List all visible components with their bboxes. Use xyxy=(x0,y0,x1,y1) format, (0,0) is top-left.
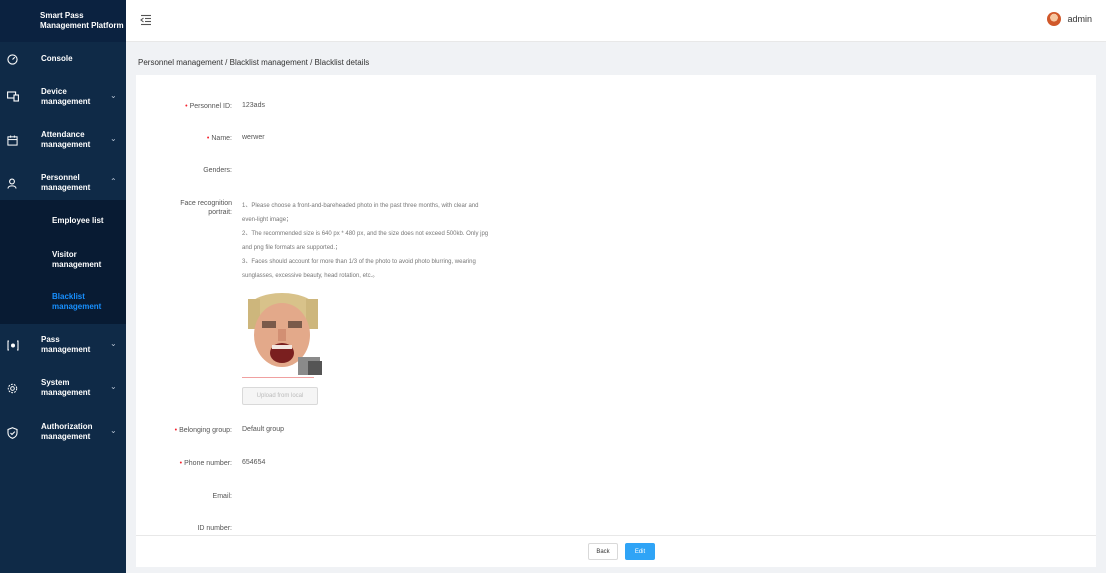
sidebar-subitem-label: Employee list xyxy=(52,216,104,225)
action-bar: Back Edit xyxy=(136,535,1096,567)
app-title: Smart Pass Management Platform xyxy=(40,11,124,30)
avatar xyxy=(1047,12,1062,26)
photo-requirements: 1、Please choose a front-and-bareheaded p… xyxy=(242,199,542,283)
genders-label: Genders: xyxy=(203,167,232,174)
sidebar-item-attendance[interactable]: Attendance management ⌄ xyxy=(0,128,126,152)
sidebar-item-label: System management xyxy=(41,378,91,397)
gear-icon xyxy=(6,382,19,395)
sidebar-item-console[interactable]: Console xyxy=(0,50,126,68)
phone-label: • Phone number: xyxy=(179,460,232,467)
email-label: Email: xyxy=(212,493,232,500)
sidebar-item-pass[interactable]: Pass management ⌄ xyxy=(0,333,126,357)
edit-button[interactable]: Edit xyxy=(625,543,655,560)
pass-icon xyxy=(6,339,19,352)
note-line: 2、The recommended size is 640 px * 480 p… xyxy=(242,231,489,237)
sidebar-item-system[interactable]: System management ⌄ xyxy=(0,376,126,400)
sidebar-subitem-label: Blacklist management xyxy=(52,292,102,311)
device-icon xyxy=(6,90,19,103)
brand: Smart Pass Management Platform xyxy=(0,0,126,42)
chevron-up-icon: ⌃ xyxy=(110,177,117,186)
group-label: • Belonging group: xyxy=(174,427,232,434)
note-line: and png file formats are supported.； xyxy=(242,245,342,251)
face-portrait-photo xyxy=(242,291,328,377)
required-mark: • xyxy=(174,427,178,434)
sidebar-subitem-blacklist-management[interactable]: Blacklist management xyxy=(0,282,126,324)
sidebar-item-label: Pass management xyxy=(41,335,91,354)
dashboard-icon xyxy=(6,53,19,66)
personnel-id-label: • Personnel ID: xyxy=(185,103,232,110)
required-mark: • xyxy=(185,103,188,110)
sidebar-subitem-label: Visitor management xyxy=(52,250,102,269)
back-button[interactable]: Back xyxy=(588,543,618,560)
personnel-id-value: 123ads xyxy=(242,102,265,109)
sidebar-subitem-employee-list[interactable]: Employee list xyxy=(0,200,126,240)
note-line: sunglasses, excessive beauty, head rotat… xyxy=(242,273,379,279)
sidebar: Smart Pass Management Platform Console D… xyxy=(0,0,126,573)
upload-from-local-button[interactable]: Upload from local xyxy=(242,387,318,405)
menu-fold-icon[interactable] xyxy=(140,13,152,26)
calendar-icon xyxy=(6,134,19,147)
sidebar-item-personnel[interactable]: Personnel management ⌃ xyxy=(0,171,126,195)
note-line: 1、Please choose a front-and-bareheaded p… xyxy=(242,203,479,209)
chevron-down-icon: ⌄ xyxy=(110,91,117,100)
name-label: • Name: xyxy=(206,135,232,142)
chevron-down-icon: ⌄ xyxy=(110,426,117,435)
note-line: even-light image； xyxy=(242,217,293,223)
chevron-down-icon: ⌄ xyxy=(110,134,117,143)
sidebar-subitem-visitor-management[interactable]: Visitor management xyxy=(0,240,126,282)
users-icon xyxy=(6,177,19,190)
required-mark: • xyxy=(179,460,183,467)
user-menu[interactable]: admin xyxy=(1047,12,1092,26)
user-name: admin xyxy=(1067,14,1092,24)
sidebar-item-device[interactable]: Device management ⌄ xyxy=(0,85,126,109)
id-number-label: ID number: xyxy=(197,525,232,532)
sidebar-item-label: Device management xyxy=(41,87,91,106)
detail-form: • Personnel ID: 123ads • Name: werwer Gend… xyxy=(136,75,1096,535)
sidebar-item-authorization[interactable]: Authorization management ⌄ xyxy=(0,420,126,444)
breadcrumb: Personnel management / Blacklist managem… xyxy=(138,58,370,67)
face-portrait-label: Face recognition portrait: xyxy=(180,200,232,216)
group-value: Default group xyxy=(242,426,285,433)
shield-icon xyxy=(6,426,19,439)
sidebar-item-label: Personnel management xyxy=(41,173,91,192)
sidebar-item-label: Authorization management xyxy=(41,422,93,441)
phone-value: 654654 xyxy=(242,459,266,466)
name-value: werwer xyxy=(242,134,265,141)
note-line: 3、Faces should account for more than 1/3… xyxy=(242,259,476,265)
required-mark: • xyxy=(206,135,210,142)
top-header: admin xyxy=(126,0,1106,42)
chevron-down-icon: ⌄ xyxy=(110,339,117,348)
sidebar-item-label: Console xyxy=(41,54,73,63)
photo-progress-line xyxy=(242,377,314,378)
chevron-down-icon: ⌄ xyxy=(110,382,117,391)
sidebar-item-label: Attendance management xyxy=(41,130,91,149)
